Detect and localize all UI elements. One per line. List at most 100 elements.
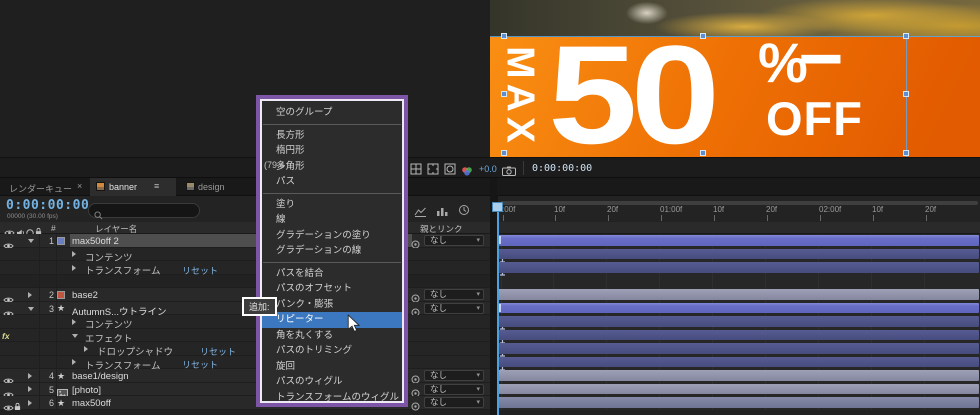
layer-row[interactable]: 6 ★ max50off なし▾ bbox=[0, 396, 493, 410]
twirl-closed-icon[interactable] bbox=[84, 346, 88, 352]
menu-item-gradient-stroke[interactable]: グラデーションの線 bbox=[262, 243, 402, 259]
playhead-line[interactable] bbox=[497, 203, 499, 415]
layer-name[interactable]: max50off bbox=[72, 398, 111, 409]
layer-duration-bar[interactable] bbox=[497, 384, 979, 395]
layer-name[interactable]: [photo] bbox=[72, 385, 101, 396]
close-tab-icon[interactable]: × bbox=[77, 181, 82, 191]
twirl-closed-icon[interactable] bbox=[72, 265, 76, 271]
search-box[interactable] bbox=[88, 203, 200, 218]
fx-badge[interactable]: fx bbox=[2, 331, 10, 341]
tab-design[interactable]: design bbox=[198, 182, 225, 192]
parent-value: なし bbox=[430, 384, 447, 394]
twirl-closed-icon[interactable] bbox=[72, 251, 76, 257]
menu-item-fill[interactable]: 塗り bbox=[262, 197, 402, 213]
menu-item-twist[interactable]: 旋回 bbox=[262, 359, 402, 375]
twirl-closed-icon[interactable] bbox=[28, 386, 32, 392]
layer-duration-bar[interactable] bbox=[497, 289, 979, 300]
eye-icon[interactable] bbox=[3, 399, 14, 415]
menu-item-merge-paths[interactable]: パスを結合 bbox=[262, 266, 402, 282]
layer-name[interactable]: base1/design bbox=[72, 371, 129, 382]
menu-item-stroke[interactable]: 線 bbox=[262, 212, 402, 228]
selection-handle[interactable] bbox=[903, 33, 909, 39]
property-row-transform[interactable]: トランスフォーム リセット bbox=[0, 356, 493, 370]
banner-dash-text: − bbox=[798, 19, 844, 97]
playhead-handle[interactable] bbox=[492, 202, 503, 212]
parent-value: なし bbox=[430, 397, 447, 407]
layer-row[interactable]: 5 [photo] なし▾ bbox=[0, 383, 493, 397]
twirl-open-icon[interactable] bbox=[28, 239, 34, 243]
menu-item-round-corners[interactable]: 角を丸くする bbox=[262, 328, 402, 344]
parent-dropdown[interactable]: なし▾ bbox=[424, 370, 484, 381]
menu-item-pucker-bloat[interactable]: パンク・膨張 bbox=[262, 297, 402, 313]
menu-item-wiggle-paths[interactable]: パスのウィグル bbox=[262, 374, 402, 390]
twirl-closed-icon[interactable] bbox=[28, 400, 32, 406]
property-row-contents[interactable]: コンテンツ 追加: bbox=[0, 248, 493, 262]
parent-dropdown[interactable]: なし▾ bbox=[424, 384, 484, 395]
work-area-bar[interactable] bbox=[500, 201, 978, 205]
layer-duration-bar[interactable] bbox=[497, 397, 979, 408]
parent-dropdown[interactable]: なし▾ bbox=[424, 397, 484, 408]
parent-dropdown[interactable]: なし▾ bbox=[424, 289, 484, 300]
menu-item-ellipse[interactable]: 楕円形 bbox=[262, 143, 402, 159]
twirl-closed-icon[interactable] bbox=[72, 319, 76, 325]
selection-handle[interactable] bbox=[501, 33, 507, 39]
layer-number: 5 bbox=[42, 385, 54, 395]
zoom-level-dropdown[interactable]: (79.4 bbox=[264, 160, 285, 170]
context-menu-annotation: 空のグループ 長方形 楕円形 多角形 パス 塗り 線 グラデーションの塗り グラ… bbox=[256, 95, 408, 407]
menu-item-empty-group[interactable]: 空のグループ bbox=[262, 105, 402, 121]
twirl-open-icon[interactable] bbox=[28, 307, 34, 311]
layer-name[interactable]: base2 bbox=[72, 290, 98, 301]
property-row-drop-shadow[interactable]: ドロップシャドウ リセット bbox=[0, 342, 493, 356]
ruler-label: 20f bbox=[925, 205, 936, 214]
menu-separator bbox=[263, 124, 401, 125]
property-row-contents[interactable]: コンテンツ 追加: bbox=[0, 315, 493, 329]
menu-item-wiggle-transform[interactable]: トランスフォームのウィグル bbox=[262, 390, 402, 402]
layer-row[interactable]: 1 max50off 2 なし▾ bbox=[0, 234, 493, 248]
graph-editor-icon[interactable] bbox=[414, 204, 427, 222]
lock-icon[interactable] bbox=[14, 398, 21, 415]
layer-duration-bar[interactable] bbox=[497, 235, 979, 246]
twirl-open-icon[interactable] bbox=[72, 334, 78, 338]
menu-item-rectangle[interactable]: 長方形 bbox=[262, 128, 402, 144]
parent-dropdown[interactable]: なし ▾ bbox=[424, 235, 484, 246]
menu-item-repeater-highlighted[interactable]: リピーター bbox=[262, 312, 402, 328]
layer-duration-bar[interactable] bbox=[497, 370, 979, 381]
tab-banner[interactable]: banner ≡ bbox=[90, 178, 176, 196]
property-row-transform[interactable]: トランスフォーム リセット bbox=[0, 261, 493, 275]
selection-handle[interactable] bbox=[501, 150, 507, 156]
pick-whip-icon[interactable] bbox=[411, 398, 420, 415]
twirl-closed-icon[interactable] bbox=[72, 359, 76, 365]
layer-duration-bar[interactable] bbox=[497, 303, 979, 314]
caret-down-icon: ▾ bbox=[476, 236, 480, 245]
layer-thumbnail-icon bbox=[57, 237, 65, 245]
panel-menu-icon[interactable]: ≡ bbox=[154, 181, 159, 191]
chart-icon[interactable] bbox=[436, 204, 448, 222]
tab-render-queue[interactable]: レンダーキュー bbox=[9, 182, 72, 195]
menu-item-gradient-fill[interactable]: グラデーションの塗り bbox=[262, 228, 402, 244]
current-time-display[interactable]: 0:00:00:00 bbox=[6, 198, 89, 213]
preview-time[interactable]: 0:00:00:00 bbox=[532, 163, 592, 174]
ruler-label: 20f bbox=[607, 205, 618, 214]
parent-dropdown[interactable]: なし▾ bbox=[424, 303, 484, 314]
menu-item-trim-paths[interactable]: パスのトリミング bbox=[262, 343, 402, 359]
layer-name[interactable]: max50off 2 bbox=[72, 236, 119, 247]
twirl-closed-icon[interactable] bbox=[28, 373, 32, 379]
property-duration-bar bbox=[497, 262, 979, 273]
property-row-effects[interactable]: fx エフェクト bbox=[0, 329, 493, 343]
menu-item-path[interactable]: パス bbox=[262, 174, 402, 190]
panel-divider[interactable] bbox=[490, 178, 497, 415]
add-button-annotation[interactable]: 追加: bbox=[242, 297, 277, 316]
twirl-closed-icon[interactable] bbox=[28, 292, 32, 298]
layer-row[interactable]: 4 ★ base1/design なし▾ bbox=[0, 369, 493, 383]
timeline-ruler[interactable]: :00f 10f 20f 01:00f 10f 20f 02:00f 10f 2… bbox=[497, 196, 980, 222]
composition-viewer[interactable]: MAX 50 % − OFF bbox=[0, 0, 980, 157]
exposure-value[interactable]: +0.0 bbox=[479, 164, 497, 174]
selection-handle[interactable] bbox=[501, 91, 507, 97]
selection-handle[interactable] bbox=[903, 150, 909, 156]
selection-handle[interactable] bbox=[700, 150, 706, 156]
menu-item-offset-paths[interactable]: パスのオフセット bbox=[262, 281, 402, 297]
parent-value: なし bbox=[430, 235, 447, 245]
selection-handle[interactable] bbox=[903, 91, 909, 97]
clock-icon[interactable] bbox=[458, 203, 470, 221]
selection-handle[interactable] bbox=[700, 33, 706, 39]
